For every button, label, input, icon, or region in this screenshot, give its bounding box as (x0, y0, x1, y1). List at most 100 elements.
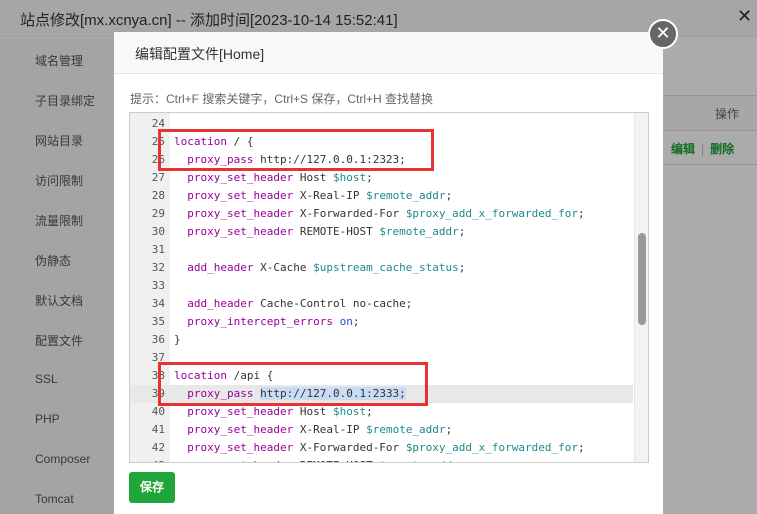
token-text: X-Forwarded-For (293, 441, 406, 454)
token-text: X-Cache (253, 261, 314, 274)
token-var: $upstream_cache_status (313, 261, 459, 274)
token-text: } (174, 333, 181, 346)
token-kw: proxy_set_header (187, 423, 294, 436)
line-number: 41 (151, 423, 165, 436)
save-button[interactable]: 保存 (129, 472, 175, 503)
line-code: proxy_set_header REMOTE-HOST $remote_add… (174, 457, 466, 462)
token-kw: proxy_set_header (187, 405, 294, 418)
token-rest: ; (459, 459, 466, 462)
editor-scrollbar[interactable] (634, 113, 648, 462)
code-line[interactable]: 36} (130, 331, 633, 349)
token-var: $remote_addr (366, 423, 446, 436)
token-rest: ; (445, 189, 453, 202)
line-number: 36 (151, 333, 165, 346)
token-text: Cache-Control no-cache; (253, 297, 413, 310)
line-number: 31 (151, 243, 165, 256)
line-number: 28 (151, 189, 165, 202)
token-var: $remote_addr (379, 459, 458, 462)
code-line[interactable]: 34 add_header Cache-Control no-cache; (130, 295, 633, 313)
line-number: 35 (151, 315, 165, 328)
token-rest: ; (445, 423, 453, 436)
token-var: $host (332, 171, 367, 184)
code-line[interactable]: 33 (130, 277, 633, 295)
line-code: add_header Cache-Control no-cache; (174, 295, 412, 313)
token-text: X-Forwarded-For (293, 207, 406, 220)
line-number: 33 (151, 279, 165, 292)
line-number: 29 (151, 207, 165, 220)
code-line[interactable]: 42 proxy_set_header X-Forwarded-For $pro… (130, 439, 633, 457)
token-kw: add_header (187, 297, 254, 310)
edit-config-modal: 编辑配置文件[Home] 提示：Ctrl+F 搜索关键字，Ctrl+S 保存，C… (114, 32, 663, 514)
modal-header: 编辑配置文件[Home] (114, 32, 663, 74)
code-line[interactable]: 35 proxy_intercept_errors on; (130, 313, 633, 331)
line-code: proxy_intercept_errors on; (174, 313, 359, 331)
line-code: proxy_set_header X-Real-IP $remote_addr; (174, 421, 452, 439)
token-kw: proxy_set_header (187, 459, 293, 462)
line-code: } (174, 331, 181, 349)
token-rest: ; (366, 405, 373, 418)
line-code: proxy_set_header Host $host; (174, 169, 373, 187)
token-text: X-Real-IP (293, 423, 367, 436)
token-rest: ; (578, 441, 585, 454)
code-line[interactable]: 41 proxy_set_header X-Real-IP $remote_ad… (130, 421, 633, 439)
token-val: on (339, 315, 353, 328)
code-line[interactable]: 27 proxy_set_header Host $host; (130, 169, 633, 187)
token-kw: proxy_set_header (187, 171, 294, 184)
code-line[interactable]: 28 proxy_set_header X-Real-IP $remote_ad… (130, 187, 633, 205)
line-number: 34 (151, 297, 165, 310)
code-line[interactable]: 32 add_header X-Cache $upstream_cache_st… (130, 259, 633, 277)
token-kw: proxy_set_header (187, 441, 294, 454)
line-code: proxy_set_header X-Forwarded-For $proxy_… (174, 439, 585, 457)
highlight-box-location-root (158, 129, 434, 171)
token-var: $proxy_add_x_forwarded_for (405, 207, 578, 220)
token-var: $proxy_add_x_forwarded_for (405, 441, 578, 454)
line-number: 30 (151, 225, 165, 238)
code-line[interactable]: 31 (130, 241, 633, 259)
line-number: 42 (151, 441, 165, 454)
token-kw: proxy_intercept_errors (187, 315, 333, 328)
line-number: 27 (151, 171, 165, 184)
shortcut-tip: 提示：Ctrl+F 搜索关键字，Ctrl+S 保存，Ctrl+H 查找替换 (130, 92, 434, 106)
line-code: add_header X-Cache $upstream_cache_statu… (174, 259, 465, 277)
token-kw: add_header (187, 261, 254, 274)
code-line[interactable]: 30 proxy_set_header REMOTE-HOST $remote_… (130, 223, 633, 241)
scrollbar-thumb[interactable] (638, 233, 646, 325)
line-number: 32 (151, 261, 165, 274)
line-code: proxy_set_header REMOTE-HOST $remote_add… (174, 223, 465, 241)
token-rest: ; (352, 315, 360, 328)
token-text: REMOTE-HOST (293, 459, 379, 462)
token-text: Host (293, 171, 333, 184)
token-text: Host (293, 405, 333, 418)
token-rest: ; (458, 225, 466, 238)
line-code: proxy_set_header X-Forwarded-For $proxy_… (174, 205, 585, 223)
token-text: REMOTE-HOST (293, 225, 380, 238)
line-number: 43 (130, 457, 165, 462)
token-text: X-Real-IP (293, 189, 367, 202)
modal-title: 编辑配置文件[Home] (135, 46, 265, 62)
highlight-box-location-api (158, 362, 428, 406)
line-code: proxy_set_header X-Real-IP $remote_addr; (174, 187, 452, 205)
token-rest: ; (458, 261, 466, 274)
token-var: $remote_addr (366, 189, 446, 202)
token-rest: ; (578, 207, 585, 220)
token-var: $host (332, 405, 367, 418)
modal-close-icon[interactable]: ✕ (648, 19, 678, 49)
token-kw: proxy_set_header (187, 207, 294, 220)
code-line[interactable]: 29 proxy_set_header X-Forwarded-For $pro… (130, 205, 633, 223)
token-kw: proxy_set_header (187, 189, 294, 202)
token-rest: ; (366, 171, 373, 184)
token-kw: proxy_set_header (187, 225, 294, 238)
code-line[interactable]: 43 proxy_set_header REMOTE-HOST $remote_… (130, 457, 633, 462)
